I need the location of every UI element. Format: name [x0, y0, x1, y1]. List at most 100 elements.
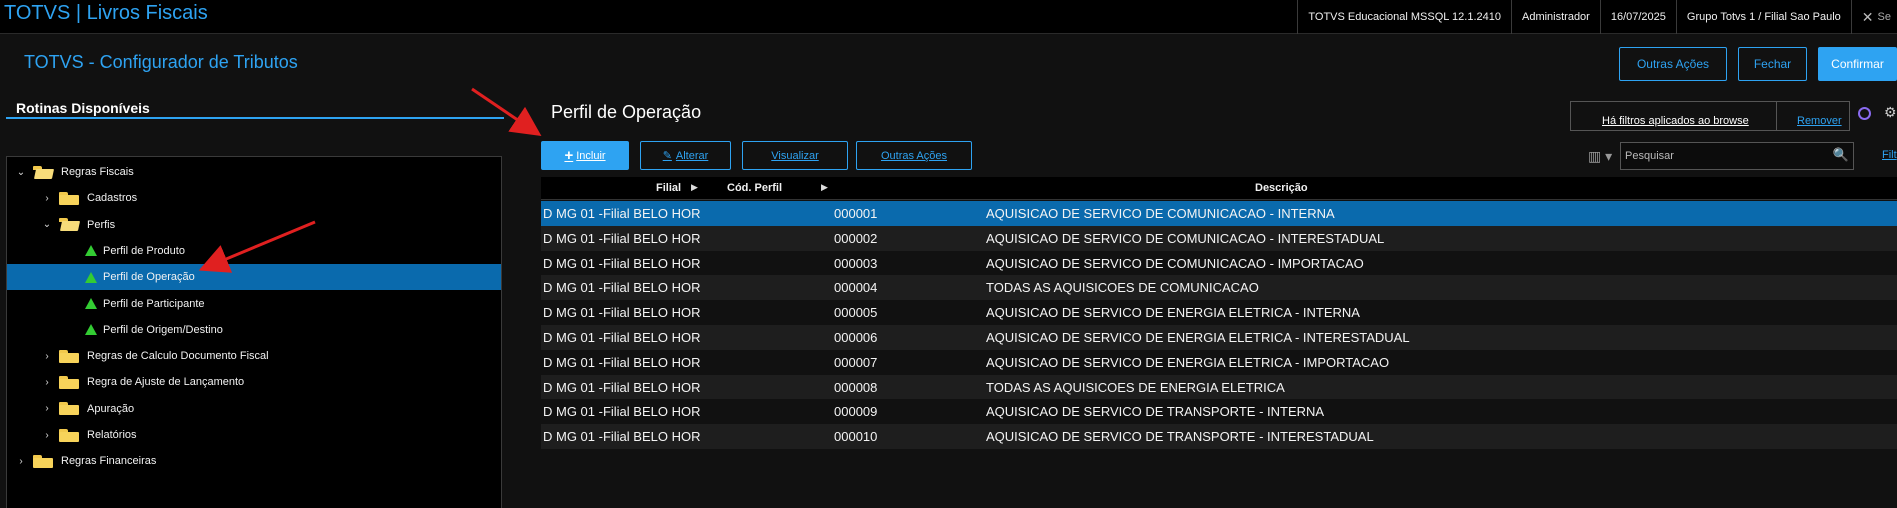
tree-item-label: Perfil de Produto: [103, 244, 185, 257]
tree-item-label: Relatórios: [87, 429, 137, 441]
close-button[interactable]: Fechar: [1738, 47, 1807, 81]
tree-item[interactable]: Perfil de Operação: [7, 264, 501, 291]
table-row[interactable]: D MG 01 -Filial BELO HOR 000006 AQUISICAO …: [541, 325, 1897, 350]
filter-link[interactable]: Filt: [1882, 149, 1897, 161]
profiles-grid: Filial ▶ Cód. Perfil ▶ Descrição D MG 01…: [541, 177, 1897, 508]
table-row[interactable]: D MG 01 -Filial BELO HOR 000001 AQUISICAO …: [541, 201, 1897, 226]
cell-filial: D MG 01 -Filial BELO HOR: [543, 230, 701, 246]
chevron-right-icon[interactable]: ›: [41, 430, 53, 441]
folder-icon: [59, 349, 79, 363]
triangle-icon: [85, 271, 97, 283]
column-header-filial[interactable]: Filial: [656, 182, 681, 194]
tree-item[interactable]: › Regras de Calculo Documento Fiscal: [7, 343, 501, 369]
tree-item[interactable]: ⌄ Regras Fiscais: [7, 159, 501, 185]
tree-item[interactable]: Perfil de Participante: [7, 291, 501, 317]
routines-tree: ⌄ Regras Fiscais › Cadastros ⌄ Perfis Perfil d…: [6, 156, 502, 508]
view-button[interactable]: Visualizar: [742, 141, 848, 170]
tree-item[interactable]: ⌄ Perfis: [7, 212, 501, 238]
folder-open-icon: [59, 218, 79, 231]
remove-filter-link[interactable]: Remover: [1797, 115, 1842, 127]
table-row[interactable]: D MG 01 -Filial BELO HOR 000009 AQUISICAO …: [541, 399, 1897, 425]
grid-title: Perfil de Operação: [551, 102, 702, 122]
cell-cod-perfil: 000004: [834, 280, 878, 296]
tree-item[interactable]: › Cadastros: [7, 185, 501, 211]
folder-icon: [59, 191, 79, 205]
tree-item-label: Perfil de Operação: [103, 271, 195, 284]
cell-cod-perfil: 000001: [834, 206, 878, 221]
cell-filial: D MG 01 -Filial BELO HOR: [543, 330, 701, 345]
chevron-down-icon[interactable]: ⌄: [15, 167, 27, 178]
top-bar: TOTVS | Livros Fiscais TOTVS Educacional…: [0, 0, 1897, 34]
edit-button[interactable]: ✎ Alterar: [640, 141, 731, 170]
tree-item-label: Perfis: [87, 218, 116, 231]
cell-cod-perfil: 000003: [834, 255, 878, 271]
close-session[interactable]: ✕ Se: [1850, 0, 1897, 34]
search-input[interactable]: [1621, 143, 1826, 169]
grid-other-actions-button[interactable]: Outras Ações: [856, 141, 972, 170]
folder-icon: [59, 375, 79, 389]
folder-open-icon: [33, 165, 53, 179]
cell-cod-perfil: 000007: [834, 354, 878, 370]
column-header-cod-perfil[interactable]: Cód. Perfil: [727, 182, 782, 194]
table-row[interactable]: D MG 01 -Filial BELO HOR 000007 AQUISICAO …: [541, 349, 1897, 375]
status-company[interactable]: Grupo Totvs 1 / Filial Sao Paulo: [1675, 0, 1851, 34]
tree-item[interactable]: Perfil de Origem/Destino: [7, 317, 501, 343]
page-title: TOTVS - Configurador de Tributos: [24, 52, 298, 72]
cell-descricao: AQUISICAO DE SERVICO DE ENERGIA ELETRICA…: [986, 354, 1390, 370]
chevron-right-icon[interactable]: ›: [15, 456, 27, 467]
close-icon[interactable]: ✕: [1862, 9, 1874, 26]
chevron-right-icon[interactable]: ›: [41, 351, 53, 362]
column-header-descricao[interactable]: Descrição: [1255, 182, 1308, 194]
cell-filial: D MG 01 -Filial BELO HOR: [543, 379, 701, 395]
cell-descricao: AQUISICAO DE SERVICO DE TRANSPORTE - INT…: [986, 404, 1325, 420]
close-session-label: Se: [1877, 11, 1891, 23]
tree-item-label: Perfil de Origem/Destino: [103, 323, 223, 336]
chevron-right-icon[interactable]: ›: [41, 193, 53, 204]
tree-item[interactable]: › Relatórios: [7, 422, 501, 448]
gear-icon[interactable]: ⚙: [1884, 104, 1897, 121]
plus-icon: +: [564, 147, 574, 164]
tree-item-label: Regras Financeiras: [61, 455, 157, 468]
search-icon[interactable]: 🔍: [1833, 147, 1849, 163]
columns-icon[interactable]: ▥ ▾: [1588, 148, 1612, 165]
available-routines-heading: Rotinas Disponíveis: [16, 100, 150, 116]
table-row[interactable]: D MG 01 -Filial BELO HOR 000004 TODAS AS A…: [541, 275, 1897, 301]
table-row[interactable]: D MG 01 -Filial BELO HOR 000002 AQUISICAO …: [541, 225, 1897, 251]
tree-item[interactable]: › Regra de Ajuste de Lançamento: [7, 369, 501, 395]
table-row[interactable]: D MG 01 -Filial BELO HOR 000010 AQUISICAO …: [541, 424, 1897, 449]
grid-header: Filial ▶ Cód. Perfil ▶ Descrição: [541, 177, 1897, 200]
edit-label: Alterar: [675, 149, 709, 162]
table-row[interactable]: D MG 01 -Filial BELO HOR 000008 TODAS AS A…: [541, 374, 1897, 400]
cell-descricao: AQUISICAO DE SERVICO DE COMUNICACAO - IN…: [986, 230, 1385, 246]
cell-cod-perfil: 000002: [834, 230, 878, 246]
cell-cod-perfil: 000010: [834, 429, 878, 445]
tree-item[interactable]: › Apuração: [7, 396, 501, 422]
chevron-down-icon[interactable]: ⌄: [41, 219, 53, 230]
cell-descricao: AQUISICAO DE SERVICO DE ENERGIA ELETRICA…: [986, 305, 1360, 321]
table-row[interactable]: D MG 01 -Filial BELO HOR 000003 AQUISICAO …: [541, 250, 1897, 276]
window-header: TOTVS - Configurador de Tributos Outras …: [0, 34, 1897, 86]
chevron-right-icon[interactable]: ›: [41, 403, 53, 414]
table-row[interactable]: D MG 01 -Filial BELO HOR 000005 AQUISICAO …: [541, 300, 1897, 325]
tree-item[interactable]: › Regras Financeiras: [7, 448, 501, 474]
search-box: 🔍: [1620, 142, 1854, 170]
folder-icon: [59, 402, 79, 416]
sort-arrow-icon[interactable]: ▶: [821, 182, 828, 193]
confirm-button[interactable]: Confirmar: [1818, 47, 1897, 81]
heading-underline: [6, 117, 504, 119]
tree-item-label: Regras de Calculo Documento Fiscal: [87, 350, 269, 363]
cell-filial: D MG 01 -Filial BELO HOR: [543, 305, 701, 321]
chevron-right-icon[interactable]: ›: [41, 377, 53, 388]
pencil-icon: ✎: [662, 150, 672, 162]
triangle-icon: [85, 324, 97, 336]
tree-item[interactable]: Perfil de Produto: [7, 238, 501, 264]
folder-icon: [33, 454, 53, 468]
cell-filial: D MG 01 -Filial BELO HOR: [543, 354, 701, 370]
other-actions-button[interactable]: Outras Ações: [1619, 47, 1727, 81]
filter-message-link[interactable]: Há filtros aplicados ao browse: [1602, 115, 1749, 127]
status-user: Administrador: [1510, 0, 1600, 34]
cell-descricao: AQUISICAO DE SERVICO DE COMUNICACAO - IM…: [986, 255, 1364, 271]
status-circle-icon[interactable]: [1858, 107, 1871, 120]
sort-arrow-icon[interactable]: ▶: [691, 182, 698, 193]
include-button[interactable]: + Incluir: [541, 141, 629, 170]
